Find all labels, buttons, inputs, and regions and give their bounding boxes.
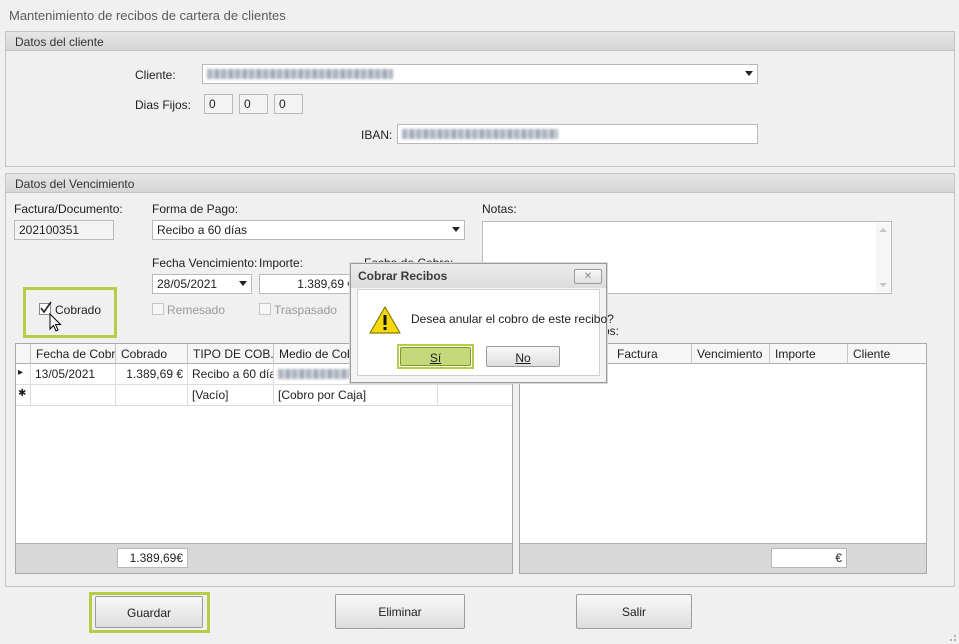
dias-fijos-2-field[interactable]: 0 xyxy=(239,94,268,114)
no-button[interactable]: No xyxy=(486,346,560,367)
column-header-factura[interactable]: Factura xyxy=(612,344,692,364)
cell-tipo-cobro[interactable]: [Vacío] xyxy=(188,385,274,405)
remesado-checkbox[interactable] xyxy=(152,303,164,315)
chevron-down-icon[interactable] xyxy=(745,71,753,76)
cliente-value-redacted xyxy=(207,69,393,79)
guardar-button[interactable]: Guardar xyxy=(95,596,203,628)
factura-field[interactable]: 202100351 xyxy=(14,220,114,240)
forma-pago-label: Forma de Pago: xyxy=(152,202,239,216)
scroll-up-icon[interactable] xyxy=(879,228,887,232)
fecha-vencimiento-value: 28/05/2021 xyxy=(157,277,218,291)
importe-total-field: € xyxy=(771,548,847,568)
column-header-cobrado[interactable]: Cobrado xyxy=(116,344,188,364)
cobros-grid-footer: 1.389,69€ xyxy=(16,543,512,573)
dialog-close-button[interactable]: ✕ xyxy=(574,269,602,284)
fecha-vencimiento-label: Fecha Vencimiento: xyxy=(152,256,258,270)
notas-label: Notas: xyxy=(482,202,517,216)
dias-fijos-1-field[interactable]: 0 xyxy=(204,94,233,114)
remesado-label: Remesado xyxy=(167,303,226,317)
column-header-fecha-cobro[interactable]: Fecha de Cobro xyxy=(31,344,116,364)
row-indicator-icon: ▸ xyxy=(16,364,31,384)
cell-fecha-cobro[interactable] xyxy=(31,385,116,405)
vencimiento-group-title: Datos del Vencimiento xyxy=(6,174,954,193)
si-button-label: Sí xyxy=(429,351,442,365)
indicator-column-header xyxy=(16,344,31,364)
new-row-icon: ✱ xyxy=(16,385,31,405)
table-row-new[interactable]: ✱ [Vacío] [Cobro por Caja] xyxy=(16,385,512,406)
iban-field[interactable] xyxy=(397,124,758,144)
traspasado-label: Traspasado xyxy=(274,303,337,317)
cobrar-recibos-dialog: Cobrar Recibos ✕ Desea anular el cobro d… xyxy=(350,263,614,383)
column-header-vencimiento[interactable]: Vencimiento xyxy=(692,344,770,364)
facturas-grid-footer: € xyxy=(520,543,926,573)
cliente-label: Cliente: xyxy=(135,68,176,82)
cell-medio-cobro[interactable]: [Cobro por Caja] xyxy=(274,385,438,405)
mouse-cursor-icon xyxy=(49,313,62,332)
dialog-title: Cobrar Recibos xyxy=(351,264,606,288)
window-title: Mantenimiento de recibos de cartera de c… xyxy=(9,8,286,23)
cliente-combo[interactable] xyxy=(202,64,758,84)
cell-fecha-cobro[interactable]: 13/05/2021 xyxy=(31,364,116,384)
si-button[interactable]: Sí xyxy=(400,347,471,366)
fecha-vencimiento-field[interactable]: 28/05/2021 xyxy=(152,274,252,294)
importe-label: Importe: xyxy=(259,256,304,270)
column-header-tipo-cobro[interactable]: TIPO DE COB... xyxy=(188,344,274,364)
eliminar-button[interactable]: Eliminar xyxy=(335,594,465,629)
scroll-down-icon[interactable] xyxy=(879,283,887,287)
facturas-grid-body xyxy=(520,364,926,543)
column-header-cliente[interactable]: Cliente xyxy=(848,344,927,364)
cliente-group-title: Datos del cliente xyxy=(6,32,954,51)
iban-label: IBAN: xyxy=(361,128,393,142)
warning-icon xyxy=(369,306,401,334)
dialog-message: Desea anular el cobro de este recibo? xyxy=(411,312,614,326)
cobros-grid-body: ▸ 13/05/2021 1.389,69 € Recibo a 60 días… xyxy=(16,364,512,543)
chevron-down-icon[interactable] xyxy=(452,227,460,232)
forma-pago-value: Recibo a 60 días xyxy=(157,223,248,237)
traspasado-checkbox[interactable] xyxy=(259,303,271,315)
medio-cobro-redacted xyxy=(278,369,350,379)
notas-scrollbar[interactable] xyxy=(876,223,890,292)
cobrado-total-field: 1.389,69€ xyxy=(117,548,188,568)
cell-tipo-cobro[interactable]: Recibo a 60 días xyxy=(188,364,274,384)
factura-label: Factura/Documento: xyxy=(14,202,123,216)
chevron-down-icon[interactable] xyxy=(239,281,247,286)
column-header-importe[interactable]: Importe xyxy=(770,344,848,364)
cell-cobrado[interactable]: 1.389,69 € xyxy=(116,364,188,384)
salir-button[interactable]: Salir xyxy=(576,594,692,629)
forma-pago-combo[interactable]: Recibo a 60 días xyxy=(152,220,465,240)
dias-fijos-3-field[interactable]: 0 xyxy=(274,94,303,114)
no-button-label: No xyxy=(515,351,531,365)
iban-value-redacted xyxy=(402,129,558,139)
close-icon: ✕ xyxy=(583,271,593,282)
resize-grip-icon[interactable] xyxy=(945,630,957,642)
importe-field[interactable]: 1.389,69 € xyxy=(259,274,359,294)
cell-cobrado[interactable] xyxy=(116,385,188,405)
dias-fijos-label: Dias Fijos: xyxy=(135,98,192,112)
